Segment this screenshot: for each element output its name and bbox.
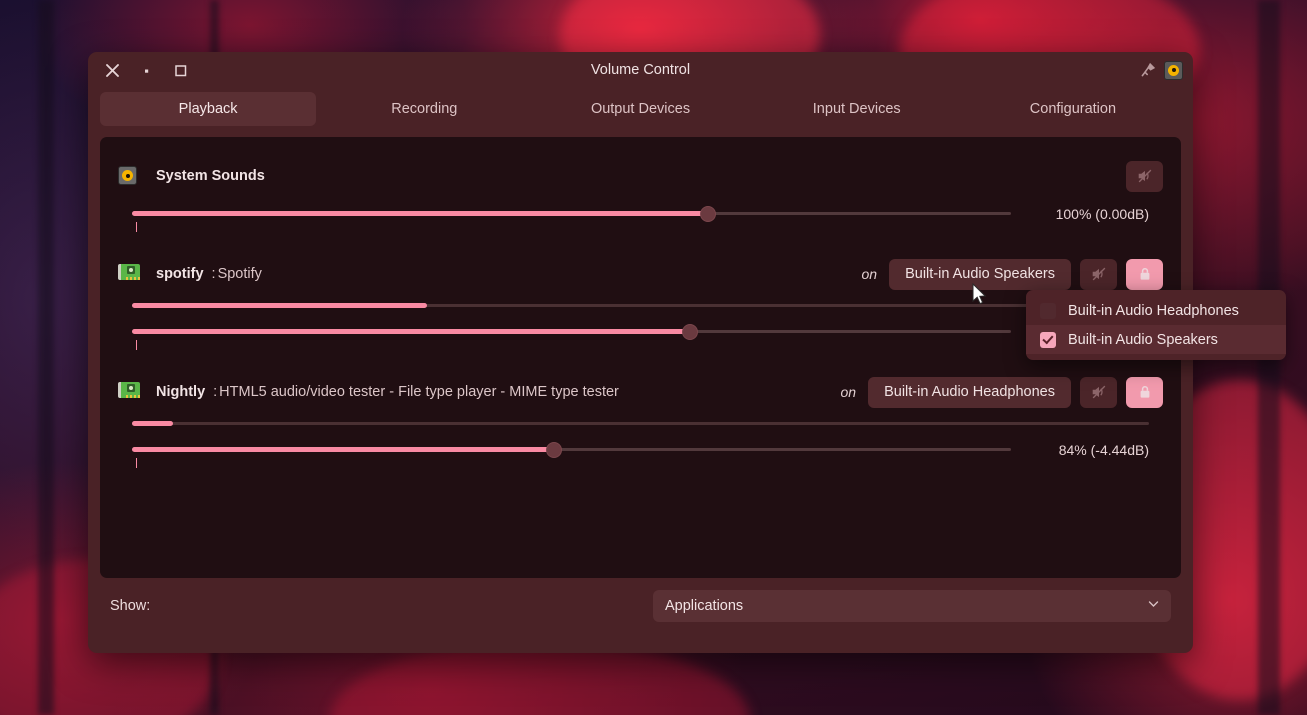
volume-label: 100% (0.00dB) <box>1021 206 1149 222</box>
stream-name: spotify <box>156 266 204 282</box>
minimize-icon[interactable] <box>132 56 160 84</box>
mute-button[interactable] <box>1080 259 1117 290</box>
on-label: on <box>841 384 857 400</box>
close-icon[interactable] <box>98 56 126 84</box>
title-bar: Volume Control <box>88 52 1193 88</box>
stream-header: spotify : Spotify on Built-in Audio Spea… <box>118 253 1163 295</box>
slider-fill <box>132 329 690 334</box>
stream-row: System Sounds 100% (0.00dB) <box>118 155 1163 231</box>
bottom-bar: Show: Applications <box>88 578 1193 634</box>
on-label: on <box>862 266 878 282</box>
slider-handle[interactable] <box>546 442 562 458</box>
stream-description: Spotify <box>218 266 262 282</box>
volume-label: 84% (-4.44dB) <box>1021 442 1149 458</box>
speaker-icon <box>118 166 138 186</box>
menu-item-label: Built-in Audio Headphones <box>1068 303 1239 319</box>
volume-slider[interactable] <box>132 200 1011 228</box>
device-selector-button[interactable]: Built-in Audio Speakers <box>889 259 1071 290</box>
pin-icon[interactable] <box>1139 61 1157 79</box>
stream-header: Nightly : HTML5 audio/video tester - Fil… <box>118 371 1163 413</box>
show-filter-value: Applications <box>665 598 743 614</box>
peak-meter <box>132 422 1149 425</box>
volume-slider-row: 97% (-0.70dB) <box>118 315 1163 349</box>
tab-output-devices[interactable]: Output Devices <box>532 92 748 126</box>
slider-handle[interactable] <box>682 324 698 340</box>
lock-button[interactable] <box>1126 259 1163 290</box>
page-title: Volume Control <box>88 52 1193 88</box>
menu-item-speakers[interactable]: Built-in Audio Speakers <box>1026 325 1286 354</box>
volume-slider[interactable] <box>132 436 1011 464</box>
stream-header: System Sounds <box>118 155 1163 197</box>
menu-item-label: Built-in Audio Speakers <box>1068 332 1218 348</box>
peak-meter-fill <box>132 303 427 308</box>
volume-slider[interactable] <box>132 318 1011 346</box>
peak-meter <box>132 304 1149 307</box>
tab-bar: Playback Recording Output Devices Input … <box>88 88 1193 130</box>
stream-separator: : <box>212 266 216 282</box>
menu-item-headphones[interactable]: Built-in Audio Headphones <box>1026 296 1286 325</box>
chevron-down-icon <box>1147 598 1160 615</box>
show-filter-select[interactable]: Applications <box>653 590 1171 622</box>
stream-row: Nightly : HTML5 audio/video tester - Fil… <box>118 371 1163 467</box>
mute-button[interactable] <box>1080 377 1117 408</box>
volume-control-icon <box>1164 61 1183 80</box>
slider-tick <box>136 340 137 350</box>
maximize-icon[interactable] <box>166 56 194 84</box>
app-chip-icon <box>118 382 138 402</box>
volume-slider-row: 84% (-4.44dB) <box>118 433 1163 467</box>
show-label: Show: <box>110 598 150 614</box>
volume-slider-row: 100% (0.00dB) <box>118 197 1163 231</box>
tab-playback[interactable]: Playback <box>100 92 316 126</box>
checkbox-unchecked[interactable] <box>1040 303 1056 319</box>
stream-name: System Sounds <box>156 168 265 184</box>
slider-handle[interactable] <box>700 206 716 222</box>
device-dropdown-menu: Built-in Audio Headphones Built-in Audio… <box>1026 290 1286 360</box>
slider-tick <box>136 222 137 232</box>
tab-input-devices[interactable]: Input Devices <box>749 92 965 126</box>
stream-separator: : <box>213 384 217 400</box>
stream-name: Nightly <box>156 384 205 400</box>
slider-fill <box>132 211 708 216</box>
checkbox-checked[interactable] <box>1040 332 1056 348</box>
peak-meter-fill <box>132 421 173 426</box>
peak-meter-row <box>118 413 1163 433</box>
playback-stream-list: System Sounds 100% (0.00dB) <box>100 137 1181 578</box>
stream-description: HTML5 audio/video tester - File type pla… <box>219 384 619 400</box>
tab-configuration[interactable]: Configuration <box>965 92 1181 126</box>
slider-tick <box>136 458 137 468</box>
app-chip-icon <box>118 264 138 284</box>
device-selector-button[interactable]: Built-in Audio Headphones <box>868 377 1071 408</box>
slider-fill <box>132 447 554 452</box>
wallpaper-tree-trunk <box>38 0 54 715</box>
stream-row: spotify : Spotify on Built-in Audio Spea… <box>118 253 1163 349</box>
peak-meter-row <box>118 295 1163 315</box>
mute-button[interactable] <box>1126 161 1163 192</box>
lock-button[interactable] <box>1126 377 1163 408</box>
tab-recording[interactable]: Recording <box>316 92 532 126</box>
